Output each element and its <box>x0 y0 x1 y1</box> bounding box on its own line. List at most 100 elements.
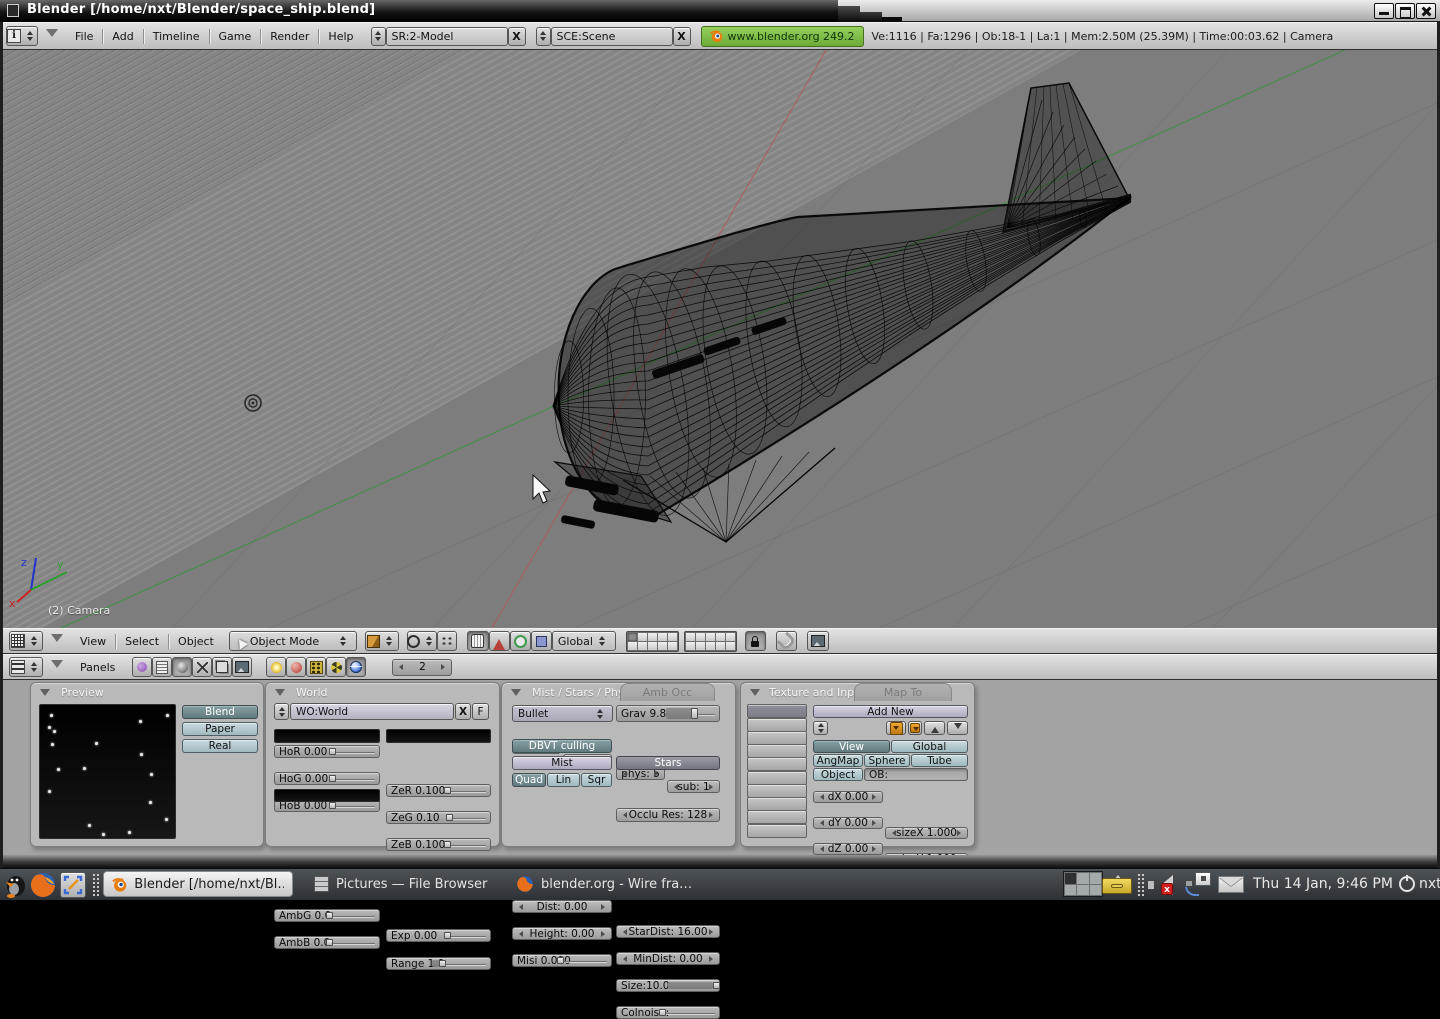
texco-view-toggle[interactable]: View <box>813 740 890 753</box>
offset-y-field[interactable]: dY 0.00 <box>813 817 883 829</box>
offset-z-field[interactable]: dZ 0.00 <box>813 843 883 855</box>
colnoise-slider[interactable]: Colnoise: <box>616 1006 720 1019</box>
render-opengl-button[interactable] <box>807 631 829 651</box>
camera-origin-marker[interactable] <box>245 395 261 411</box>
world-unlink-button[interactable]: X <box>455 703 471 720</box>
frame-number-field[interactable]: 2 <box>392 659 452 676</box>
texture-slot-9[interactable] <box>747 810 807 824</box>
ambient-b-slider[interactable]: AmbB 0.0 <box>274 936 380 949</box>
close-button[interactable] <box>1416 3 1436 19</box>
viewport-menu-view[interactable]: View <box>71 635 115 648</box>
texture-slot-3[interactable] <box>747 731 807 745</box>
material-subcontext-button[interactable] <box>286 657 306 677</box>
texco-angmap-toggle[interactable]: AngMap <box>813 754 863 767</box>
editor-type-stepper[interactable] <box>22 27 37 45</box>
star-size-slider[interactable]: Size:10.0 <box>616 979 720 992</box>
header-collapse-icon[interactable] <box>46 29 58 43</box>
horizon-g-slider[interactable]: HoG 0.00 <box>274 772 380 785</box>
mist-collapse-icon[interactable] <box>511 689 521 701</box>
layer-buttons-group-2[interactable] <box>684 631 737 652</box>
taskbar-item-firefox-window[interactable]: blender.org - Wire fra… <box>508 871 700 897</box>
texture-datablock-stepper[interactable] <box>813 721 828 735</box>
texture-slot-4[interactable] <box>747 744 807 758</box>
min-dist-field[interactable]: MinDist: 0.00 <box>616 952 720 965</box>
object-name-field[interactable]: OB: <box>864 768 968 781</box>
mist-dist-field[interactable]: Dist: 0.00 <box>512 900 612 913</box>
taskbar-item-file-browser[interactable]: Pictures — File Browser <box>306 871 495 897</box>
logic-context-button[interactable] <box>132 657 152 677</box>
workspace-pager[interactable] <box>1063 871 1103 897</box>
texture-slot-7[interactable] <box>747 784 807 798</box>
menu-game[interactable]: Game <box>210 30 261 43</box>
mode-dropdown[interactable]: Object Mode <box>229 631 357 651</box>
lamp-subcontext-button[interactable] <box>266 657 286 677</box>
pivot-dropdown[interactable] <box>407 631 437 651</box>
layer-buttons-group-1[interactable] <box>626 631 679 652</box>
menu-help[interactable]: Help <box>319 30 362 43</box>
texture-slot-8[interactable] <box>747 797 807 811</box>
script-context-button[interactable] <box>152 657 172 677</box>
shading-context-button[interactable] <box>172 657 192 677</box>
texco-object-toggle[interactable]: Object <box>813 768 863 781</box>
zenith-color-swatch[interactable] <box>386 729 491 743</box>
draw-type-dropdown[interactable] <box>365 631 399 651</box>
lin-toggle[interactable]: Lin <box>547 773 580 787</box>
zenith-g-slider[interactable]: ZeG 0.10 <box>386 811 491 824</box>
slot-move-down-button[interactable] <box>947 721 968 735</box>
physics-engine-dropdown[interactable]: Bullet <box>512 705 613 722</box>
scene-stepper[interactable] <box>536 27 551 46</box>
object-context-button[interactable] <box>192 657 212 677</box>
zenith-r-slider[interactable]: ZeR 0.100 <box>386 784 491 797</box>
screen-stepper[interactable] <box>371 27 386 46</box>
texco-tube-toggle[interactable]: Tube <box>911 754 968 767</box>
panel-grip[interactable] <box>92 873 99 897</box>
wireframe-spaceship[interactable] <box>553 83 1131 542</box>
paper-toggle[interactable]: Paper <box>182 722 258 736</box>
editor-type-button-buttons[interactable] <box>9 657 43 677</box>
texture-slot-2[interactable] <box>747 718 807 732</box>
exposure-slider[interactable]: Exp 0.00 <box>386 929 491 942</box>
minimize-button[interactable] <box>1374 3 1394 19</box>
viewport-menu-collapse-icon[interactable] <box>51 634 63 648</box>
editor-type-button[interactable]: i <box>6 26 38 46</box>
texture-slot-5[interactable] <box>747 757 807 771</box>
range-slider[interactable]: Range 1.0 <box>386 957 491 970</box>
editing-context-button[interactable] <box>212 657 232 677</box>
gravity-slider[interactable]: Grav 9.80 <box>616 705 720 722</box>
volume-muted-icon[interactable]: x <box>1146 873 1176 897</box>
screen-clear-button[interactable]: X <box>508 27 526 46</box>
texture-subcontext-button[interactable] <box>306 657 326 677</box>
manipulator-hand-toggle[interactable] <box>467 631 489 651</box>
orientation-dropdown[interactable]: Global <box>552 631 616 651</box>
texture-slot-10[interactable] <box>747 824 807 838</box>
world-subcontext-button[interactable] <box>346 657 366 677</box>
occlu-res-field[interactable]: Occlu Res: 128 <box>616 808 720 822</box>
maximize-button[interactable] <box>1395 3 1415 19</box>
blender-version-badge[interactable]: www.blender.org 249.2 <box>701 26 864 47</box>
blend-toggle[interactable]: Blend <box>182 705 258 719</box>
menu-add[interactable]: Add <box>103 30 142 43</box>
tray-drawer-icon[interactable] <box>1102 874 1134 896</box>
size-x-field[interactable]: sizeX 1.000 <box>885 827 968 839</box>
preview-collapse-icon[interactable] <box>40 689 50 701</box>
translate-manipulator-toggle[interactable] <box>489 631 510 651</box>
scene-selector[interactable]: SCE:Scene <box>551 27 673 46</box>
world-datablock-stepper[interactable] <box>274 703 289 720</box>
scene-context-button[interactable] <box>232 657 252 677</box>
screen-selector[interactable]: SR:2-Model <box>386 27 508 46</box>
editor-type-button-3dview[interactable] <box>9 631 43 651</box>
quad-toggle[interactable]: Quad <box>512 773 546 787</box>
sub-field[interactable]: sub: 1 <box>667 780 720 793</box>
mist-intensity-slider[interactable]: Misi 0.000 <box>512 954 612 967</box>
logout-button[interactable] <box>1399 876 1415 892</box>
snap-toggle[interactable] <box>776 631 797 651</box>
ambient-color-swatch[interactable] <box>274 789 380 802</box>
scene-clear-button[interactable]: X <box>673 27 691 46</box>
mist-toggle[interactable]: Mist <box>512 756 612 770</box>
transform-widget-toggle[interactable] <box>437 631 457 651</box>
stars-toggle[interactable]: Stars <box>616 756 720 770</box>
panels-menu[interactable]: Panels <box>71 661 124 674</box>
texture-auto-name-button[interactable] <box>886 721 906 735</box>
texture-pack-button[interactable] <box>908 721 922 735</box>
offset-x-field[interactable]: dX 0.00 <box>813 791 883 803</box>
